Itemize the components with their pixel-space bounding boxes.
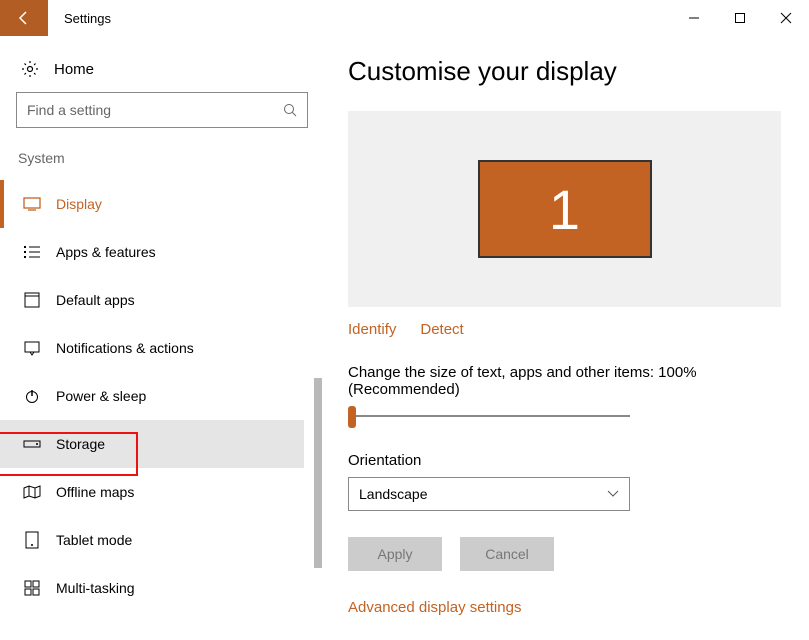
- window-title: Settings: [64, 11, 111, 26]
- search-input-wrapper[interactable]: [16, 92, 308, 128]
- sidebar-item-label: Default apps: [56, 292, 135, 308]
- sidebar-item-label: Multi-tasking: [56, 580, 135, 596]
- sidebar-item-offline-maps[interactable]: Offline maps: [16, 468, 320, 516]
- sidebar-item-storage[interactable]: Storage: [0, 420, 304, 468]
- display-preview[interactable]: 1: [348, 111, 781, 307]
- monitor-icon: [22, 197, 42, 211]
- tablet-icon: [22, 531, 42, 549]
- sidebar-item-power-sleep[interactable]: Power & sleep: [16, 372, 320, 420]
- sidebar: Home System Display Apps & features: [0, 36, 320, 640]
- sidebar-item-label: Tablet mode: [56, 532, 132, 548]
- home-link[interactable]: Home: [16, 52, 320, 92]
- page-title: Customise your display: [348, 56, 781, 87]
- storage-icon: [22, 439, 42, 449]
- titlebar: Settings: [0, 0, 809, 36]
- text-size-slider[interactable]: [348, 404, 630, 428]
- sidebar-item-display[interactable]: Display: [16, 180, 320, 228]
- gear-icon: [20, 60, 40, 78]
- sidebar-item-label: Notifications & actions: [56, 340, 194, 356]
- monitor-number: 1: [549, 177, 580, 242]
- sidebar-item-label: Offline maps: [56, 484, 134, 500]
- slider-track: [348, 415, 630, 417]
- monitor-1[interactable]: 1: [478, 160, 652, 258]
- identify-link[interactable]: Identify: [348, 321, 396, 338]
- scrollbar[interactable]: [314, 378, 322, 568]
- detect-link[interactable]: Detect: [420, 321, 463, 338]
- sidebar-item-label: Apps & features: [56, 244, 156, 260]
- back-button[interactable]: [0, 0, 48, 36]
- orientation-value: Landscape: [359, 486, 428, 502]
- search-input[interactable]: [27, 102, 283, 118]
- cancel-button[interactable]: Cancel: [460, 537, 554, 571]
- minimize-button[interactable]: [671, 0, 717, 36]
- text-size-label: Change the size of text, apps and other …: [348, 364, 781, 398]
- close-button[interactable]: [763, 0, 809, 36]
- sidebar-item-multitasking[interactable]: Multi-tasking: [16, 564, 320, 612]
- sidebar-item-tablet-mode[interactable]: Tablet mode: [16, 516, 320, 564]
- sidebar-item-label: Display: [56, 196, 102, 212]
- sidebar-item-notifications[interactable]: Notifications & actions: [16, 324, 320, 372]
- power-icon: [22, 388, 42, 404]
- sidebar-item-label: Storage: [56, 436, 105, 452]
- apply-button[interactable]: Apply: [348, 537, 442, 571]
- multitask-icon: [22, 580, 42, 596]
- list-icon: [22, 245, 42, 259]
- orientation-label: Orientation: [348, 452, 781, 469]
- apps-icon: [22, 292, 42, 308]
- sidebar-item-apps-features[interactable]: Apps & features: [16, 228, 320, 276]
- notification-icon: [22, 340, 42, 356]
- home-label: Home: [54, 61, 94, 78]
- search-icon: [283, 103, 297, 117]
- nav-list: Display Apps & features Default apps Not…: [16, 180, 320, 612]
- main-content: Customise your display 1 Identify Detect…: [320, 36, 809, 640]
- chevron-down-icon: [607, 490, 619, 498]
- maximize-button[interactable]: [717, 0, 763, 36]
- sidebar-item-label: Power & sleep: [56, 388, 146, 404]
- category-label: System: [16, 150, 320, 166]
- sidebar-item-default-apps[interactable]: Default apps: [16, 276, 320, 324]
- slider-thumb[interactable]: [348, 406, 356, 428]
- advanced-display-link[interactable]: Advanced display settings: [348, 599, 781, 616]
- orientation-select[interactable]: Landscape: [348, 477, 630, 511]
- map-icon: [22, 485, 42, 499]
